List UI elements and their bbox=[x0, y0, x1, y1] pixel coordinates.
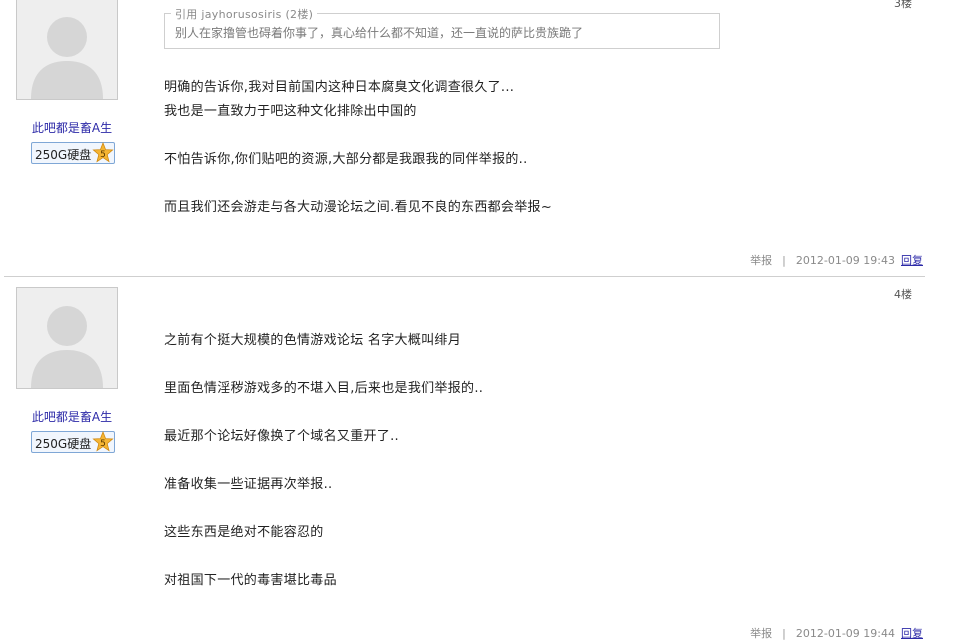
report-link[interactable]: 举报 bbox=[750, 254, 772, 267]
quote-box: 引用 jayhorusosiris (2楼) 别人在家撸管也碍着你事了，真心给什… bbox=[164, 6, 720, 49]
post-line: 我也是一直致力于吧这种文化排除出中国的 bbox=[164, 104, 417, 119]
username-link[interactable]: 此吧都是畜A生 bbox=[0, 408, 144, 425]
separator: | bbox=[782, 627, 786, 640]
post-time: 2012-01-09 19:44 bbox=[795, 627, 895, 640]
avatar[interactable] bbox=[16, 287, 118, 389]
post-line: 对祖国下一代的毒害堪比毒品 bbox=[164, 573, 337, 588]
post-line: 最近那个论坛好像换了个域名又重开了.. bbox=[164, 429, 399, 444]
report-link[interactable]: 举报 bbox=[750, 627, 772, 640]
post-line: 里面色情淫秽游戏多的不堪入目,后来也是我们举报的.. bbox=[164, 381, 484, 396]
post-line: 之前有个挺大规模的色情游戏论坛 名字大概叫绯月 bbox=[164, 333, 462, 348]
floor-number: 4楼 bbox=[894, 288, 912, 301]
level-badge[interactable]: 250G硬盘 5 bbox=[31, 431, 115, 453]
level-badge[interactable]: 250G硬盘 5 bbox=[31, 142, 115, 164]
floor-number: 3楼 bbox=[894, 0, 912, 10]
level-star-icon: 5 bbox=[92, 142, 114, 163]
default-avatar-icon bbox=[17, 288, 117, 388]
post-meta: 举报 | 2012-01-09 19:43 回复 bbox=[750, 252, 923, 268]
badge-title: 250G硬盘 bbox=[35, 437, 92, 451]
post-floor-3: 3楼 此吧都是畜A生 250G硬盘 5 引用 jayhorusosiris (2… bbox=[0, 0, 973, 276]
username-link[interactable]: 此吧都是畜A生 bbox=[0, 119, 144, 136]
post-line: 不怕告诉你,你们贴吧的资源,大部分都是我跟我的同伴举报的.. bbox=[164, 152, 528, 167]
post-floor-4: 4楼 此吧都是畜A生 250G硬盘 5 之前有个挺大规模的色情游戏论坛 名字大概… bbox=[0, 276, 973, 640]
reply-link[interactable]: 回复 bbox=[901, 627, 923, 640]
badge-title: 250G硬盘 bbox=[35, 148, 92, 162]
post-line: 明确的告诉你,我对目前国内这种日本腐臭文化调查很久了... bbox=[164, 80, 515, 95]
level-star-icon: 5 bbox=[92, 431, 114, 452]
post-time: 2012-01-09 19:43 bbox=[795, 254, 895, 267]
post-line: 这些东西是绝对不能容忍的 bbox=[164, 525, 324, 540]
avatar[interactable] bbox=[16, 0, 118, 100]
default-avatar-icon bbox=[17, 0, 117, 99]
quote-text: 别人在家撸管也碍着你事了，真心给什么都不知道，还一直说的萨比贵族跪了 bbox=[175, 26, 584, 40]
reply-link[interactable]: 回复 bbox=[901, 254, 923, 267]
post-line: 准备收集一些证据再次举报.. bbox=[164, 477, 333, 492]
level-number: 5 bbox=[100, 439, 106, 449]
post-line: 而且我们还会游走与各大动漫论坛之间.看见不良的东西都会举报~ bbox=[164, 200, 553, 215]
post-meta: 举报 | 2012-01-09 19:44 回复 bbox=[750, 625, 923, 641]
level-number: 5 bbox=[100, 150, 106, 160]
quote-header: 引用 jayhorusosiris (2楼) bbox=[171, 6, 318, 22]
separator: | bbox=[782, 254, 786, 267]
